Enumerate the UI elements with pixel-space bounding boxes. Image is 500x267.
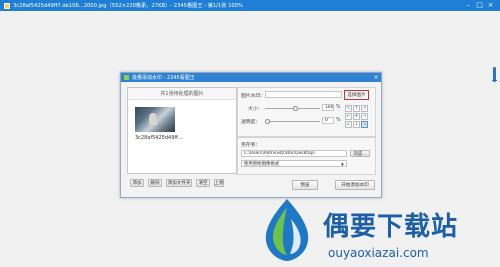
size-slider-knob[interactable] [292, 106, 298, 111]
thumbnail-filename: 3c28af5425d49ff... [135, 135, 183, 141]
minimize-icon[interactable]: – [463, 0, 474, 11]
output-path-field[interactable]: C:\Users\Administrator\Desktop\ [241, 150, 347, 157]
move-up-button[interactable]: 上移 [214, 179, 224, 187]
position-middle-left-icon[interactable]: ← [345, 113, 352, 120]
dialog-close-icon[interactable]: × [371, 74, 381, 81]
save-to-label: 另存到： [241, 143, 261, 148]
chevron-down-icon: ▼ [340, 162, 344, 167]
site-url-text: ouyaoxiazai.com [328, 246, 429, 260]
dialog-app-icon [124, 75, 129, 80]
image-thumbnail[interactable] [135, 107, 175, 132]
site-logo-icon [265, 199, 309, 261]
position-top-right-icon[interactable]: ↗ [361, 105, 368, 112]
image-count-header: 共1张待处理的图片 [128, 88, 236, 100]
add-folder-button[interactable]: 添加文件夹 [166, 179, 192, 187]
opacity-unit: % [336, 118, 341, 123]
position-top-center-icon[interactable]: ↑ [353, 105, 360, 112]
watermark-image-path[interactable] [265, 91, 342, 98]
position-bottom-right-icon[interactable]: ↘ [361, 121, 368, 128]
viewer-title: 3c28af5425d49ff7.de106...2000.jpg（552×22… [13, 3, 243, 9]
format-select-value: 使用原始图像格式 [244, 161, 280, 167]
opacity-value-input[interactable]: 0 [322, 117, 334, 124]
clear-button[interactable]: 清空 [196, 179, 210, 187]
size-value-input[interactable]: 100 [322, 104, 334, 111]
zoom-slider-tick [492, 80, 497, 81]
opacity-label: 透明度： [241, 120, 261, 125]
add-button[interactable]: 添加 [130, 179, 144, 187]
opacity-slider-knob[interactable] [265, 119, 271, 124]
position-middle-right-icon[interactable]: → [361, 113, 368, 120]
size-label: 大小： [248, 107, 263, 112]
position-bottom-center-icon[interactable]: ↓ [353, 121, 360, 128]
choose-image-button[interactable]: 选择图片 [344, 90, 369, 100]
dialog-title: 批量添加水印 - 2345看图王 [132, 75, 195, 81]
image-watermark-label: 图片水印： [241, 94, 265, 99]
viewer-window-controls: – □ × [463, 0, 496, 11]
preview-button[interactable]: 预览 [292, 180, 318, 190]
output-settings-panel: 另存到： C:\Users\Administrator\Desktop\ 浏览.… [237, 137, 376, 175]
delete-button[interactable]: 删除 [148, 179, 162, 187]
viewer-title-bar: 3c28af5425d49ff7.de106...2000.jpg（552×22… [0, 0, 500, 11]
position-center-icon[interactable]: ✛ [353, 113, 360, 120]
maximize-icon[interactable]: □ [474, 0, 485, 11]
close-icon[interactable]: × [485, 0, 496, 11]
position-bottom-left-icon[interactable]: ↙ [345, 121, 352, 128]
viewer-app-icon [4, 2, 10, 9]
site-brand-text: 偶要下载站 [323, 212, 459, 242]
position-top-left-icon[interactable]: ↖ [345, 105, 352, 112]
thumbnail-figure [149, 113, 157, 125]
size-unit: % [336, 105, 341, 110]
image-list-panel: 共1张待处理的图片 3c28af5425d49ff... [127, 87, 237, 174]
batch-watermark-dialog: 批量添加水印 - 2345看图王 × 共1张待处理的图片 3c28af5425d… [120, 72, 382, 198]
opacity-slider-track[interactable] [265, 121, 320, 122]
dialog-title-bar: 批量添加水印 - 2345看图王 × [121, 73, 381, 82]
start-watermark-button[interactable]: 开始添加水印 [335, 180, 375, 190]
format-select[interactable]: 使用原始图像格式 ▼ [241, 160, 347, 167]
browse-button[interactable]: 浏览... [350, 150, 370, 157]
